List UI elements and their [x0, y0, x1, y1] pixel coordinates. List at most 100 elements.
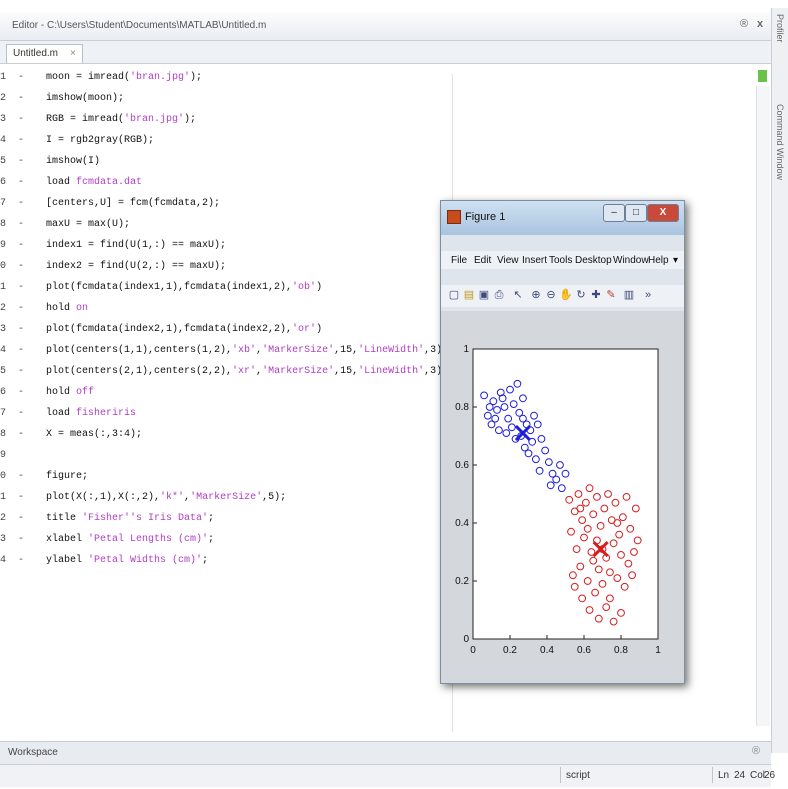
- breakpoint-marker[interactable]: -: [18, 93, 24, 104]
- code-text: title 'Fisher''s Iris Data';: [46, 513, 215, 524]
- ln-value: 24: [734, 770, 746, 781]
- code-text: plot(fcmdata(index1,1),fcmdata(index1,2)…: [46, 282, 323, 293]
- figure-window[interactable]: Figure 1 – □ X File Edit View Insert Too…: [440, 200, 685, 684]
- menu-file[interactable]: File: [451, 255, 467, 266]
- workspace-label[interactable]: Workspace: [8, 747, 58, 758]
- save-icon[interactable]: ▣: [477, 288, 491, 302]
- col-label: Col: [750, 770, 766, 781]
- code-text: figure;: [46, 471, 89, 482]
- breakpoint-marker[interactable]: -: [18, 219, 24, 230]
- editor-scrollbar[interactable]: [756, 86, 770, 726]
- figure-toolbar: ▢ ▤ ▣ ⎙ ↖ ⊕ ⊖ ✋ ↻ ✚ ✎ ▥ »: [441, 285, 684, 307]
- breakpoint-marker[interactable]: -: [18, 114, 24, 125]
- figure-menubar: File Edit View Insert Tools Desktop Wind…: [441, 251, 684, 269]
- code-text: maxU = max(U);: [46, 219, 131, 230]
- breakpoint-marker[interactable]: -: [18, 387, 24, 398]
- status-divider: [560, 767, 561, 783]
- rotate-3d-icon[interactable]: ↻: [574, 288, 588, 302]
- x-tick-label: 0: [470, 645, 476, 656]
- menu-view[interactable]: View: [497, 255, 519, 266]
- code-text: hold on: [46, 303, 89, 314]
- zoom-out-icon[interactable]: ⊖: [544, 288, 558, 302]
- breakpoint-marker[interactable]: -: [18, 282, 24, 293]
- status-mode: script: [566, 770, 590, 781]
- profiler-tab[interactable]: Profiler: [775, 14, 785, 43]
- breakpoint-marker[interactable]: -: [18, 156, 24, 167]
- code-text: ylabel 'Petal Widths (cm)';: [46, 555, 209, 566]
- code-text: I = rgb2gray(RGB);: [46, 135, 155, 146]
- breakpoint-marker[interactable]: -: [18, 534, 24, 545]
- code-text: plot(centers(2,1),centers(2,2),'xr','Mar…: [46, 366, 443, 377]
- new-figure-icon[interactable]: ▢: [447, 288, 461, 302]
- code-text: load fisheriris: [46, 408, 137, 419]
- toolbar-overflow-icon[interactable]: »: [641, 288, 655, 302]
- menu-help[interactable]: Help: [648, 255, 669, 266]
- figure-title: Figure 1: [465, 211, 506, 223]
- figure-titlebar[interactable]: Figure 1 – □ X: [441, 201, 684, 235]
- docked-panels-strip: Profiler Command Window: [771, 8, 788, 753]
- print-icon[interactable]: ⎙: [492, 288, 506, 302]
- x-tick-label: 0.8: [614, 645, 628, 656]
- code-text: imshow(moon);: [46, 93, 125, 104]
- breakpoint-marker[interactable]: -: [18, 471, 24, 482]
- breakpoint-marker[interactable]: -: [18, 492, 24, 503]
- y-tick-label: 0.4: [455, 518, 469, 529]
- maximize-button[interactable]: □: [625, 204, 647, 222]
- minimize-button[interactable]: –: [603, 204, 625, 222]
- y-tick-label: 1: [463, 344, 469, 355]
- command-window-tab[interactable]: Command Window: [775, 104, 785, 180]
- menu-edit[interactable]: Edit: [474, 255, 491, 266]
- pin-icon[interactable]: ®: [740, 18, 748, 30]
- breakpoint-marker[interactable]: -: [18, 177, 24, 188]
- edit-plot-icon[interactable]: ↖: [511, 288, 525, 302]
- code-text: RGB = imread('bran.jpg');: [46, 114, 197, 125]
- y-tick-label: 0.8: [455, 402, 469, 413]
- breakpoint-marker[interactable]: -: [18, 408, 24, 419]
- x-tick-label: 0.2: [503, 645, 517, 656]
- menu-tools[interactable]: Tools: [549, 255, 572, 266]
- colorbar-icon[interactable]: ▥: [622, 288, 636, 302]
- analyzer-status-indicator[interactable]: [758, 70, 767, 82]
- y-tick-label: 0: [463, 634, 469, 645]
- x-tick-label: 0.4: [540, 645, 554, 656]
- open-file-icon[interactable]: ▤: [462, 288, 476, 302]
- menu-window[interactable]: Window: [613, 255, 649, 266]
- status-divider: [712, 767, 713, 783]
- pan-icon[interactable]: ✋: [559, 288, 573, 302]
- tab-untitled[interactable]: Untitled.m ×: [6, 44, 83, 63]
- menu-overflow-icon[interactable]: ▾: [673, 255, 678, 266]
- breakpoint-marker[interactable]: -: [18, 366, 24, 377]
- scatter-chart[interactable]: 0 0.2 0.4 0.6 0.8 1 0 0.2 0.4 0.6 0.8 1: [441, 311, 684, 683]
- matlab-figure-icon: [447, 210, 461, 224]
- plot-axes-box: [472, 348, 659, 640]
- breakpoint-marker[interactable]: -: [18, 72, 24, 83]
- workspace-options-icon[interactable]: ®: [752, 745, 760, 757]
- close-figure-button[interactable]: X: [647, 204, 679, 222]
- breakpoint-marker[interactable]: -: [18, 345, 24, 356]
- editor-title: Editor - C:\Users\Student\Documents\MATL…: [12, 20, 267, 31]
- code-text: index2 = find(U(2,:) == maxU);: [46, 261, 227, 272]
- breakpoint-marker[interactable]: -: [18, 555, 24, 566]
- close-editor-button[interactable]: x: [757, 18, 763, 30]
- breakpoint-marker[interactable]: -: [18, 429, 24, 440]
- y-tick-label: 0.2: [455, 576, 469, 587]
- breakpoint-marker[interactable]: -: [18, 513, 24, 524]
- code-text: index1 = find(U(1,:) == maxU);: [46, 240, 227, 251]
- breakpoint-marker[interactable]: -: [18, 261, 24, 272]
- menu-insert[interactable]: Insert: [522, 255, 547, 266]
- code-text: moon = imread('bran.jpg');: [46, 72, 203, 83]
- menu-desktop[interactable]: Desktop: [575, 255, 612, 266]
- breakpoint-marker[interactable]: -: [18, 135, 24, 146]
- tab-close-icon[interactable]: ×: [70, 48, 76, 59]
- x-tick-label: 1: [655, 645, 661, 656]
- breakpoint-marker[interactable]: -: [18, 324, 24, 335]
- breakpoint-marker[interactable]: -: [18, 240, 24, 251]
- workspace-bar: Workspace ®: [0, 741, 771, 764]
- brush-icon[interactable]: ✎: [604, 288, 618, 302]
- code-text: [centers,U] = fcm(fcmdata,2);: [46, 198, 221, 209]
- breakpoint-marker[interactable]: -: [18, 303, 24, 314]
- breakpoint-marker[interactable]: -: [18, 198, 24, 209]
- data-cursor-icon[interactable]: ✚: [589, 288, 603, 302]
- figure-canvas: 0 0.2 0.4 0.6 0.8 1 0 0.2 0.4 0.6 0.8 1: [441, 311, 684, 683]
- zoom-in-icon[interactable]: ⊕: [529, 288, 543, 302]
